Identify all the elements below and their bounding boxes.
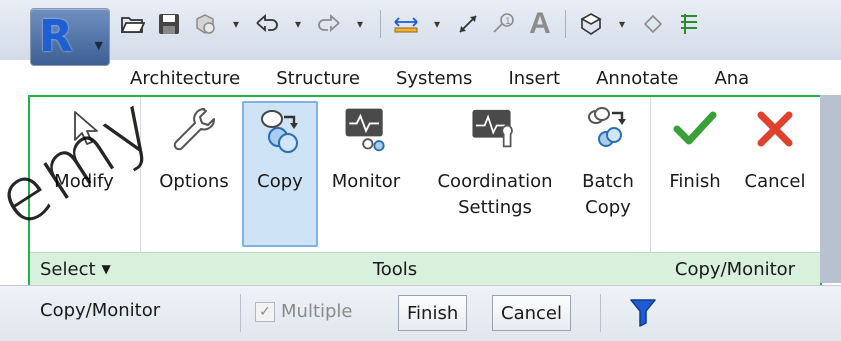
options-bar: Copy/Monitor ✓ Multiple Finish Cancel [0,285,841,341]
options-cancel-button[interactable]: Cancel [492,295,571,331]
monitor-icon [340,103,392,155]
open-folder-icon[interactable] [120,11,146,37]
monitor-button[interactable]: Monitor [318,103,414,243]
options-bar-separator [600,294,601,332]
chevron-down-icon: ▼ [94,39,103,52]
ribbon-tabs: Architecture Structure Systems Insert An… [112,60,841,96]
monitor-label: Monitor [331,171,401,192]
batch-copy-button[interactable]: Batch Copy [572,103,644,243]
wrench-icon [168,103,220,155]
options-bar-separator [240,294,241,332]
chevron-down-icon[interactable]: ▾ [429,11,445,37]
close-icon [749,103,801,155]
coordination-settings-icon [469,103,521,155]
quick-access-toolbar: R ▼ ▾ ▾ ▾ ▾ 1 A ▾ [0,0,841,66]
revit-logo: R [39,11,73,62]
svg-text:1: 1 [505,17,511,27]
copy-label: Copy [257,171,303,192]
save-icon[interactable] [156,11,182,37]
chevron-down-icon[interactable]: ▾ [352,11,368,37]
multiple-checkbox[interactable]: ✓ Multiple [255,301,353,322]
batch-copy-label: Batch Copy [582,171,634,218]
tools-panel-label: Tools [372,258,418,280]
finish-label: Finish [669,171,721,192]
chevron-down-icon[interactable]: ▾ [228,11,244,37]
cancel-label: Cancel [744,171,806,192]
finish-button[interactable]: Finish [658,103,732,243]
select-panel-footer[interactable]: Select ▼ [30,252,140,285]
copy-monitor-panel-label: Copy/Monitor [674,258,796,280]
options-finish-button[interactable]: Finish [398,295,468,331]
tag-icon[interactable]: 1 [491,11,517,37]
text-icon[interactable]: A [527,7,553,40]
section-icon[interactable] [640,11,666,37]
coordination-settings-button[interactable]: Coordination Settings [422,103,568,243]
options-bar-title: Copy/Monitor [40,300,161,321]
sync-icon[interactable] [192,11,218,37]
3d-view-icon[interactable] [578,11,604,37]
measure-icon[interactable] [393,11,419,37]
tab-analyze[interactable]: Ana [696,68,749,89]
multiple-label: Multiple [281,301,353,322]
coordination-settings-label: Coordination Settings [437,171,553,218]
application-menu-button[interactable]: R ▼ [30,8,110,66]
modify-button[interactable]: Modify [44,103,124,243]
toolbar-separator [565,10,566,38]
cancel-button[interactable]: Cancel [736,103,814,243]
thin-lines-icon[interactable] [676,11,702,37]
chevron-down-icon[interactable]: ▾ [290,11,306,37]
ribbon-scroll-edge [820,95,841,283]
chevron-down-icon: ▼ [101,262,111,276]
aligned-dimension-icon[interactable] [455,11,481,37]
checkmark-icon [669,103,721,155]
batch-copy-icon [582,103,634,155]
options-button[interactable]: Options [148,103,240,243]
cursor-arrow-icon [58,103,110,155]
options-label: Options [159,171,229,192]
copy-monitor-panel: Finish Cancel Copy/Monitor [650,97,820,285]
tab-insert[interactable]: Insert [490,68,578,89]
copy-monitor-panel-footer: Copy/Monitor [650,252,820,285]
copy-icon [254,103,306,155]
tools-panel-footer: Tools [140,252,650,285]
tools-panel: Options Copy Monitor Coordination Settin… [140,97,651,285]
select-panel: Modify Select ▼ [30,97,141,285]
toolbar-separator [380,10,381,38]
tab-annotate[interactable]: Annotate [578,68,696,89]
chevron-down-icon[interactable]: ▾ [614,11,630,37]
tab-architecture[interactable]: Architecture [112,68,258,89]
undo-icon[interactable] [254,11,280,37]
tab-systems[interactable]: Systems [378,68,491,89]
modify-label: Modify [54,171,114,192]
filter-icon[interactable] [610,294,676,330]
select-panel-label: Select [40,258,96,280]
tab-structure[interactable]: Structure [258,68,378,89]
ribbon: Modify Select ▼ Options Copy Monitor Coo… [28,95,822,287]
copy-button[interactable]: Copy [242,101,318,247]
redo-icon[interactable] [316,11,342,37]
checkmark-icon: ✓ [255,301,275,322]
